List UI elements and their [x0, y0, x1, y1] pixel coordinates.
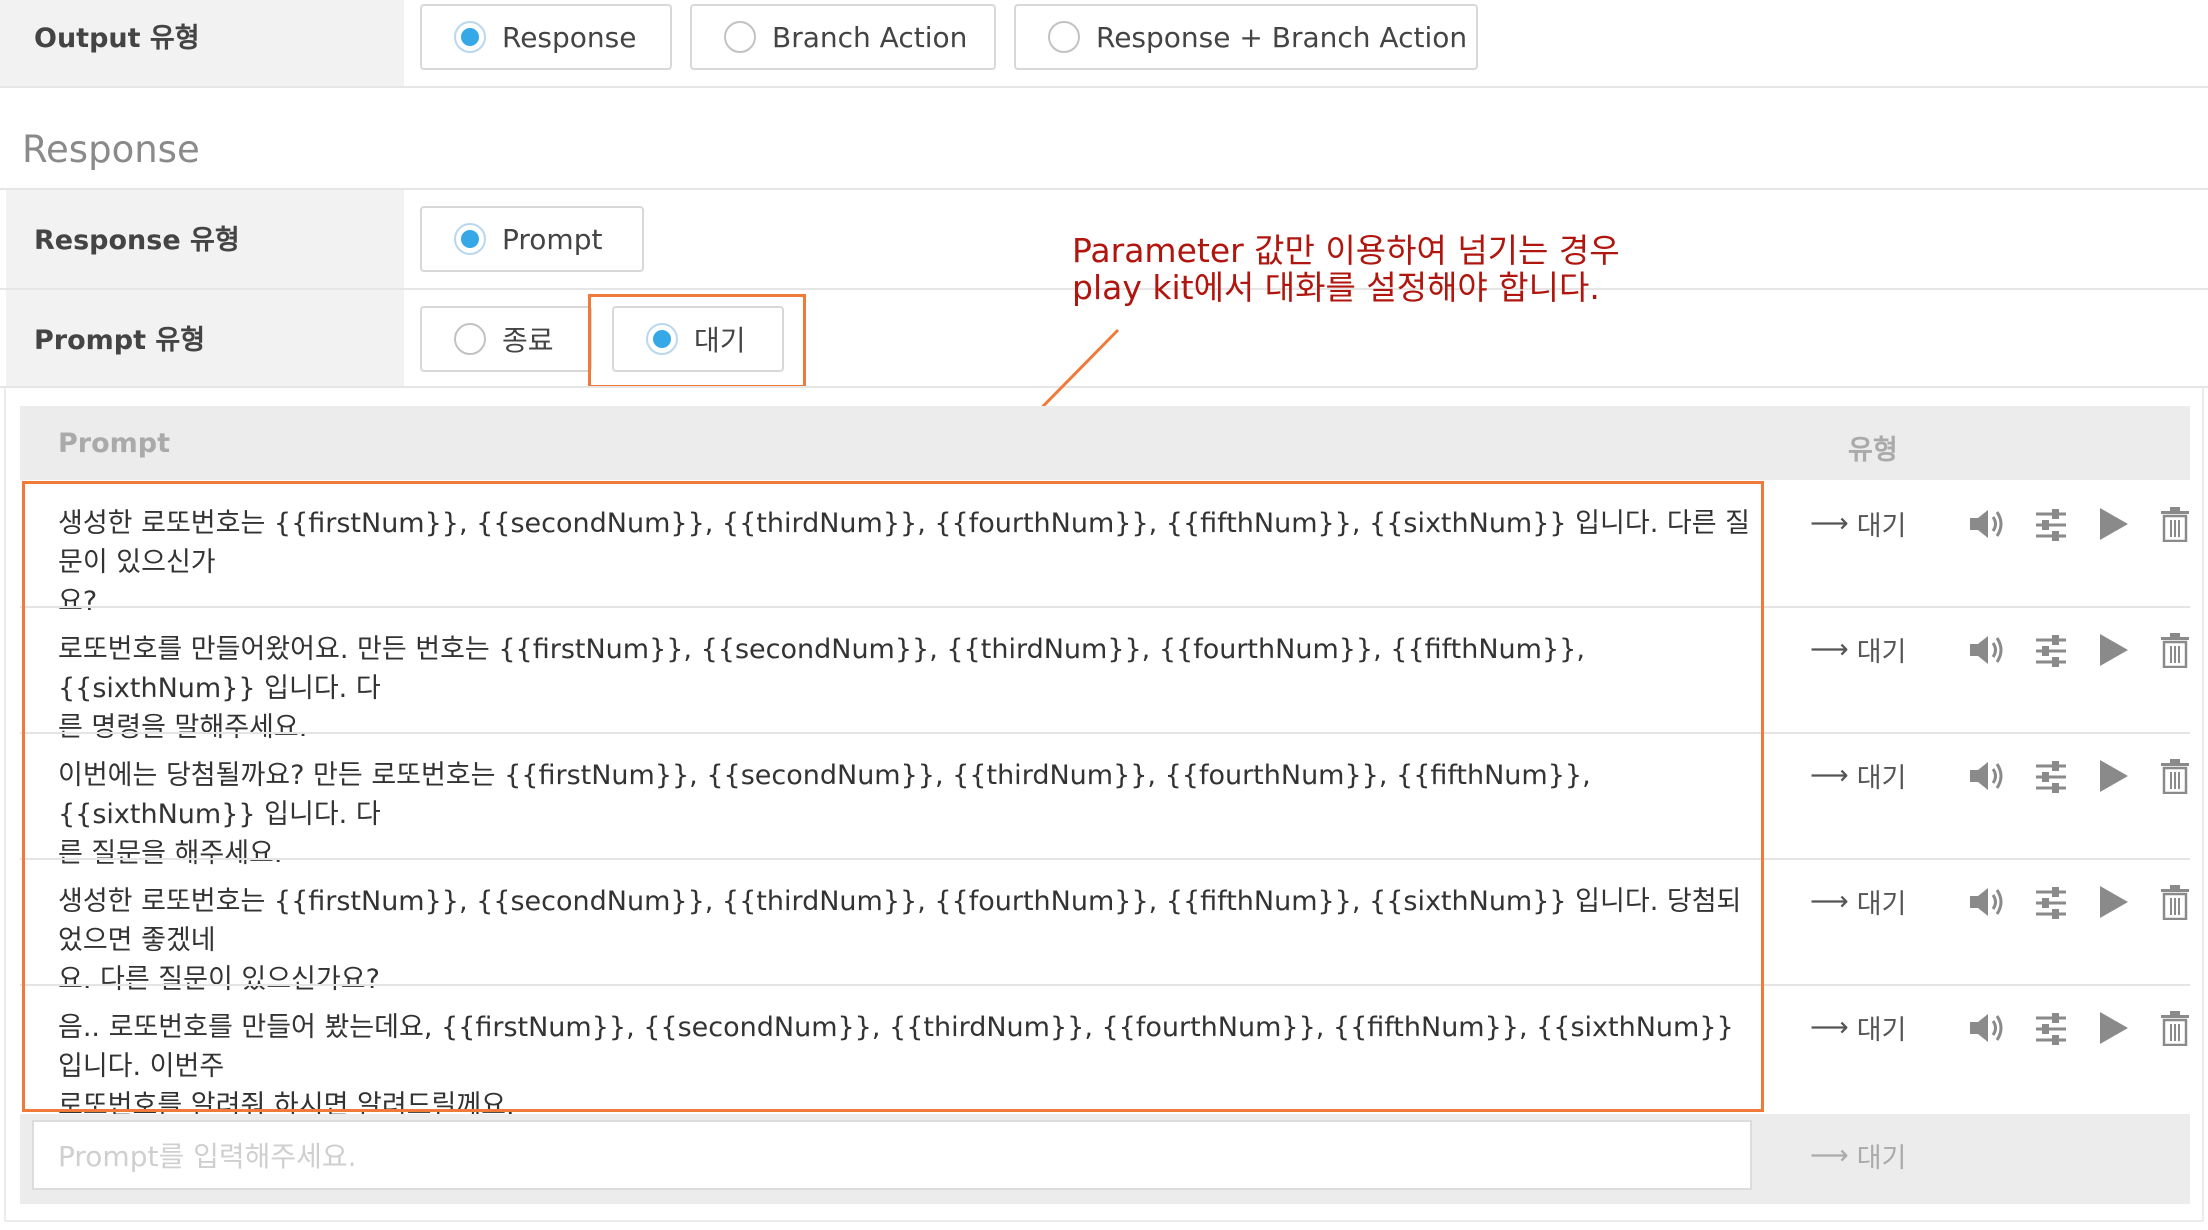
radio-unselected-icon	[454, 323, 486, 355]
annotation-text: Parameter 값만 이용하여 넘기는 경우 play kit에서 대화를 …	[1072, 232, 1692, 306]
option-label: Response	[502, 20, 637, 54]
option-label: Branch Action	[772, 20, 968, 54]
radio-unselected-icon	[724, 21, 756, 53]
radio-selected-icon	[454, 223, 486, 255]
radio-unselected-icon	[1048, 21, 1080, 53]
response-type-label: Response 유형	[34, 225, 240, 256]
output-option-response-branch[interactable]: Response + Branch Action	[1014, 4, 1478, 70]
prompt-type-end[interactable]: 종료	[420, 306, 592, 372]
option-label: Prompt	[502, 222, 603, 256]
annotation-line2: play kit에서 대화를 설정해야 합니다.	[1072, 268, 1600, 307]
highlight-box-wait	[588, 294, 806, 388]
output-option-branch-action[interactable]: Branch Action	[690, 4, 996, 70]
output-option-response[interactable]: Response	[420, 4, 672, 70]
prompt-type-label: Prompt 유형	[34, 325, 206, 356]
section-title: Response	[22, 128, 200, 171]
option-label: Response + Branch Action	[1096, 20, 1468, 54]
divider	[0, 86, 2208, 88]
option-label: 종료	[502, 324, 554, 357]
annotation-line1: Parameter 값만 이용하여 넘기는 경우	[1072, 231, 1620, 270]
radio-selected-icon	[454, 21, 486, 53]
container-border	[4, 388, 2204, 1222]
output-type-label: Output 유형	[34, 23, 200, 54]
response-type-prompt[interactable]: Prompt	[420, 206, 644, 272]
